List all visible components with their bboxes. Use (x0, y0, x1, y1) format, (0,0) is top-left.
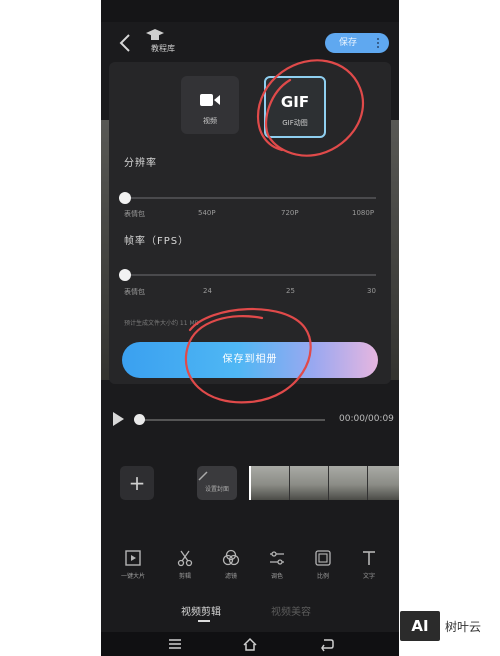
filter-icon (222, 549, 240, 566)
watermark-text: 树叶云 (445, 620, 482, 634)
framerate-slider-thumb[interactable] (119, 269, 131, 281)
export-settings-panel: 视频 GIF GIF动图 分辨率 表情包 540P 720P 1080P 帧率（… (109, 62, 391, 384)
tab-video-edit[interactable]: 视频剪辑 (181, 603, 221, 618)
more-dot-icon (377, 42, 379, 44)
phone-screen: 教程库 保存 视频 GIF GIF动图 分辨率 表情包 540P 720P 10… (101, 0, 399, 656)
tool-filter[interactable]: 滤镜 (211, 548, 251, 580)
set-cover-label: 设置封面 (204, 486, 229, 493)
ratio-icon (315, 550, 331, 566)
tool-label: 一键大片 (120, 573, 145, 580)
clip-thumbnail (251, 466, 290, 500)
more-dot-icon (377, 38, 379, 40)
resolution-tick-label: 表情包 (124, 210, 145, 218)
framerate-title: 帧率（FPS） (124, 236, 190, 247)
clip-thumbnail (290, 466, 329, 500)
adjust-icon (270, 551, 284, 565)
tab-video-beauty[interactable]: 视频美容 (271, 603, 311, 618)
system-navigation-bar (101, 632, 399, 656)
resolution-title: 分辨率 (124, 158, 157, 169)
tutorial-library-button[interactable]: 教程库 (145, 28, 181, 54)
estimated-size-text: 预计生成文件大小约 11 MB (124, 320, 199, 327)
back-arrow-icon[interactable] (115, 30, 135, 56)
playback-scrubber[interactable] (137, 419, 325, 421)
clip-thumbnail (329, 466, 368, 500)
gif-icon: GIF (280, 93, 310, 111)
film-icon (125, 550, 141, 566)
framerate-slider-track[interactable] (124, 274, 376, 276)
status-bar (101, 0, 399, 22)
back-nav-icon[interactable] (319, 636, 335, 652)
scrubber-thumb[interactable] (134, 414, 145, 425)
framerate-tick-label: 24 (203, 287, 212, 295)
resolution-slider-thumb[interactable] (119, 192, 131, 204)
clip-thumbnail (368, 466, 399, 500)
tutorial-library-label: 教程库 (151, 44, 175, 53)
set-cover-button[interactable]: 设置封面 (197, 466, 237, 500)
tool-label: 文字 (362, 573, 375, 580)
tool-ratio[interactable]: 比例 (303, 548, 343, 580)
format-gif-label: GIF动图 (282, 119, 308, 127)
format-video-option[interactable]: 视频 (181, 76, 239, 134)
tool-label: 调色 (270, 573, 283, 580)
framerate-tick-label: 25 (286, 287, 295, 295)
tool-label: 剪辑 (178, 573, 191, 580)
tool-label: 滤镜 (224, 573, 237, 580)
home-icon[interactable] (242, 636, 258, 652)
tool-cut[interactable]: 剪辑 (165, 548, 205, 580)
timeline-clips[interactable] (249, 466, 399, 500)
timecode: 00:00/00:09 (339, 414, 394, 424)
resolution-tick-label: 540P (198, 209, 216, 217)
graduation-cap-icon (146, 29, 164, 40)
menu-icon[interactable] (167, 636, 183, 652)
tool-one-click[interactable]: 一键大片 (113, 548, 153, 580)
text-icon (363, 551, 375, 565)
watermark-logo: AI (400, 611, 440, 641)
format-video-label: 视频 (203, 117, 217, 125)
more-dot-icon (377, 46, 379, 48)
framerate-tick-label: 表情包 (124, 288, 145, 296)
active-tab-indicator (198, 620, 210, 622)
tool-color-adjust[interactable]: 调色 (257, 548, 297, 580)
export-button[interactable]: 保存 (325, 33, 371, 53)
tool-label: 比例 (316, 573, 329, 580)
framerate-tick-label: 30 (367, 287, 376, 295)
more-options-button[interactable] (367, 33, 389, 53)
save-to-album-button[interactable]: 保存到相册 (122, 342, 378, 378)
format-gif-option[interactable]: GIF GIF动图 (264, 76, 326, 138)
resolution-tick-label: 720P (281, 209, 299, 217)
resolution-slider-track[interactable] (124, 197, 376, 199)
tool-text[interactable]: 文字 (349, 548, 389, 580)
video-camera-icon (200, 94, 220, 106)
resolution-tick-label: 1080P (352, 209, 375, 217)
scissors-icon (177, 550, 193, 567)
pencil-icon (198, 471, 208, 481)
play-icon[interactable] (113, 412, 124, 426)
add-clip-button[interactable]: + (120, 466, 154, 500)
